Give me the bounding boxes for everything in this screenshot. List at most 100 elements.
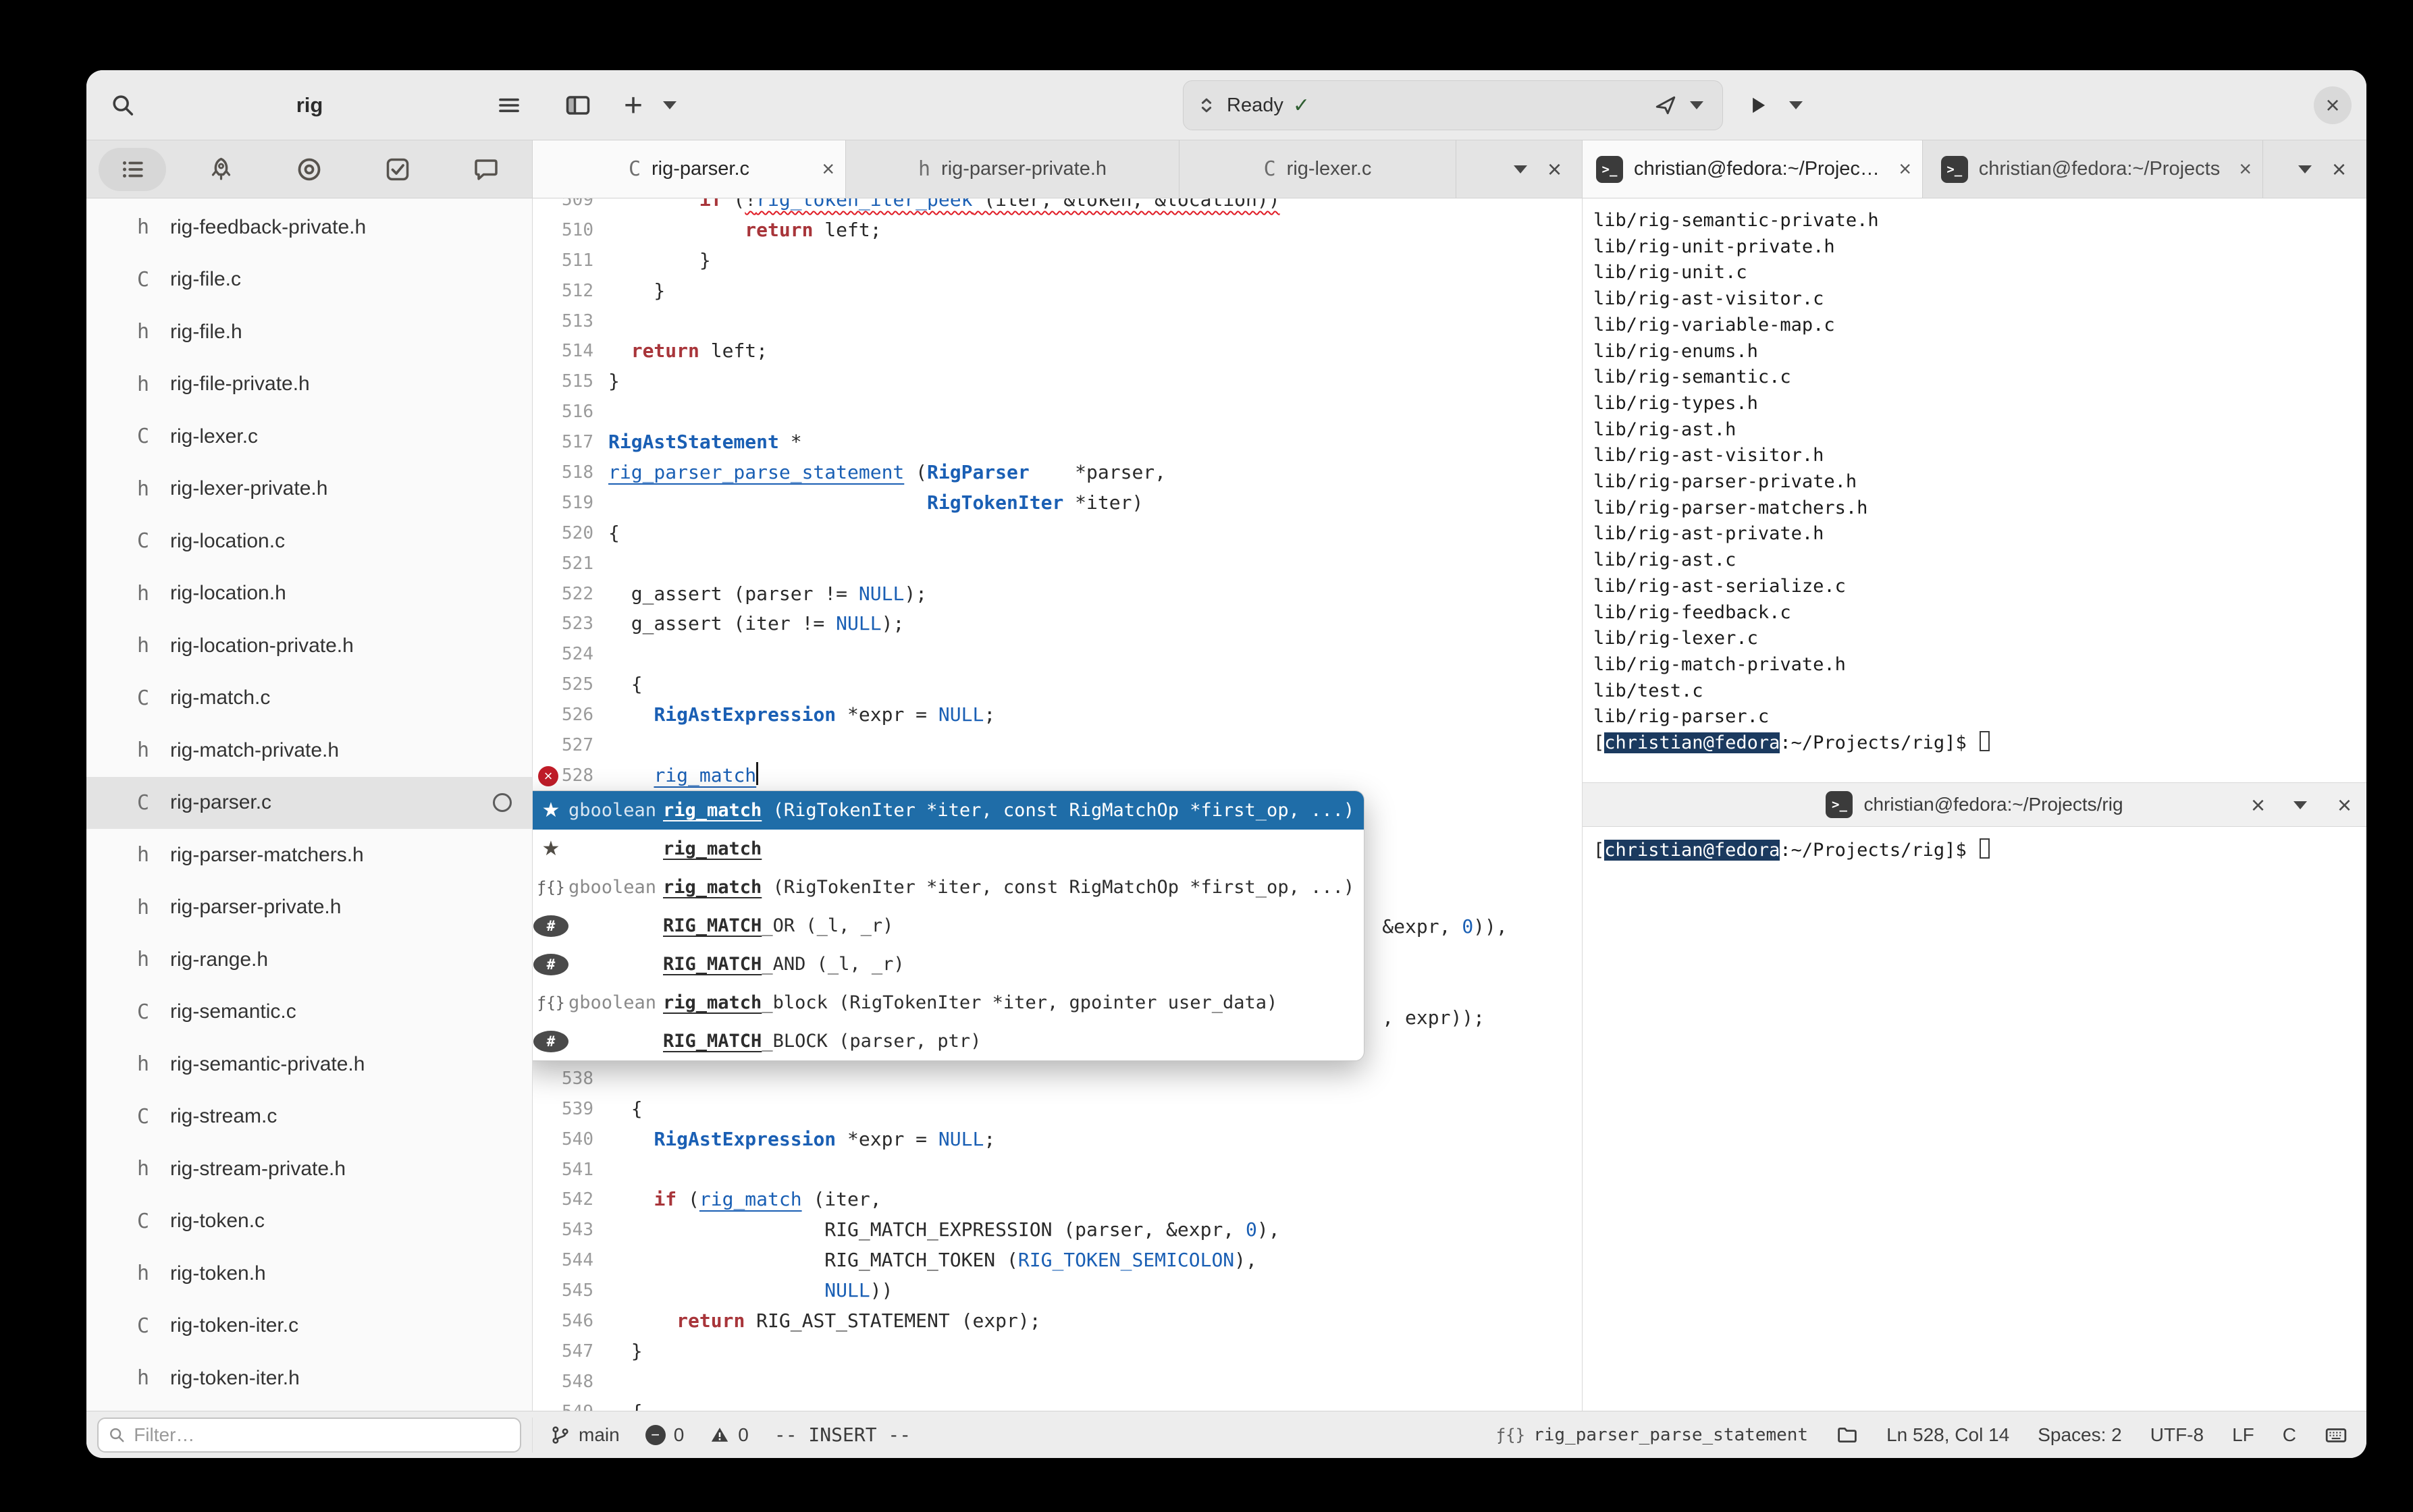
tab-close-button[interactable]: × (822, 157, 834, 182)
line-number-gutter[interactable]: 527 (533, 730, 608, 761)
file-list-item[interactable]: C rig-match.c (86, 672, 532, 725)
code-line[interactable]: 541 (533, 1155, 1582, 1185)
code-line[interactable]: 540 RigAstExpression *expr = NULL; (533, 1125, 1582, 1155)
terminal-pane-1[interactable]: lib/rig-semantic-private.h lib/rig-unit-p… (1583, 198, 2366, 783)
omnibar[interactable]: Ready ✓ (1183, 80, 1723, 130)
run-menu-button[interactable] (1782, 86, 1809, 124)
code-line[interactable]: 549 { (533, 1397, 1582, 1411)
editor-tab[interactable]: C rig-lexer.c (1179, 140, 1456, 198)
tab-close-button[interactable]: × (2251, 783, 2265, 827)
completion-item[interactable]: ƒ{} gboolean rig_match_block (RigTokenIt… (533, 983, 1364, 1022)
file-list-item[interactable]: h rig-token-iter.h (86, 1352, 532, 1405)
line-number-gutter[interactable]: 548 (533, 1367, 608, 1397)
code-line[interactable]: 510 return left; (533, 215, 1582, 246)
tab-close-button[interactable]: × (2239, 157, 2252, 182)
completion-item[interactable]: ★ gboolean rig_match (RigTokenIter *iter… (533, 791, 1364, 830)
completion-item[interactable]: ★ rig_match (533, 830, 1364, 868)
language-mode[interactable]: C (2283, 1424, 2296, 1446)
code-line[interactable]: 538 (533, 1064, 1582, 1094)
file-list-item[interactable]: h rig-location.h (86, 568, 532, 620)
line-number-gutter[interactable]: × 528 (533, 761, 608, 791)
warning-counter[interactable]: 0 (710, 1424, 749, 1446)
code-line[interactable]: 548 (533, 1367, 1582, 1397)
code-line[interactable]: 525 { (533, 670, 1582, 700)
line-number-gutter[interactable]: 526 (533, 700, 608, 730)
line-number-gutter[interactable]: 517 (533, 427, 608, 458)
code-line[interactable]: 521 (533, 549, 1582, 579)
line-number-gutter[interactable]: 541 (533, 1155, 608, 1185)
code-line[interactable]: 514 return left; (533, 336, 1582, 367)
filter-box[interactable] (97, 1417, 521, 1453)
line-number-gutter[interactable]: 549 (533, 1397, 608, 1411)
code-line[interactable]: 522 g_assert (parser != NULL); (533, 579, 1582, 610)
editor-tab[interactable]: C rig-parser.c × (533, 140, 846, 198)
file-list-item[interactable]: C rig-stream.c (86, 1091, 532, 1143)
line-number-gutter[interactable]: 509 (533, 198, 608, 215)
file-list-item[interactable]: C rig-token.c (86, 1195, 532, 1248)
code-line[interactable]: 516 (533, 397, 1582, 427)
line-number-gutter[interactable]: 515 (533, 367, 608, 397)
terminal-pane-2-tab-title[interactable]: christian@fedora:~/Projects/rig (1863, 794, 2123, 815)
line-number-gutter[interactable]: 514 (533, 336, 608, 367)
terminal-tab-list-button[interactable] (2293, 783, 2307, 827)
file-list-item[interactable]: C rig-semantic.c (86, 986, 532, 1039)
terminal-close-page-button[interactable]: × (2337, 783, 2352, 827)
completion-item[interactable]: ƒ{} gboolean rig_match (RigTokenIter *it… (533, 868, 1364, 907)
line-number-gutter[interactable]: 512 (533, 276, 608, 306)
file-list-item[interactable]: h rig-parser-private.h (86, 882, 532, 934)
file-list-item[interactable]: h rig-match-private.h (86, 724, 532, 777)
line-number-gutter[interactable]: 538 (533, 1064, 608, 1094)
current-symbol[interactable]: ƒ{} rig_parser_parse_statement (1496, 1425, 1808, 1445)
new-page-menu-button[interactable] (656, 86, 683, 124)
line-number-gutter[interactable]: 511 (533, 246, 608, 276)
line-number-gutter[interactable]: 520 (533, 518, 608, 549)
code-line[interactable]: 515 } (533, 367, 1582, 397)
file-list-item[interactable]: h rig-token.h (86, 1247, 532, 1300)
code-line[interactable]: 512 } (533, 276, 1582, 306)
filter-input[interactable] (134, 1424, 510, 1446)
file-list-item[interactable]: h rig-stream-private.h (86, 1143, 532, 1195)
code-line[interactable]: 527 (533, 730, 1582, 761)
code-line[interactable]: 509 if (!rig_token_iter_peek (iter, &tok… (533, 198, 1582, 215)
line-number-gutter[interactable]: 510 (533, 215, 608, 246)
code-line[interactable]: 520 { (533, 518, 1582, 549)
cursor-position[interactable]: Ln 528, Col 14 (1886, 1424, 2009, 1446)
encoding[interactable]: UTF-8 (2150, 1424, 2204, 1446)
search-button[interactable] (104, 86, 142, 124)
code-line[interactable]: 543 RIG_MATCH_EXPRESSION (parser, &expr,… (533, 1215, 1582, 1245)
code-line[interactable]: 524 (533, 639, 1582, 670)
line-number-gutter[interactable]: 525 (533, 670, 608, 700)
code-line[interactable]: 519 RigTokenIter *iter) (533, 488, 1582, 518)
completion-item[interactable]: # RIG_MATCH_OR (_l, _r) (533, 907, 1364, 945)
code-line[interactable]: 542 if (rig_match (iter, (533, 1185, 1582, 1215)
line-number-gutter[interactable]: 543 (533, 1215, 608, 1245)
file-list-item[interactable]: h rig-file-private.h (86, 358, 532, 411)
code-line[interactable]: 517 RigAstStatement * (533, 427, 1582, 458)
code-line[interactable]: 511 } (533, 246, 1582, 276)
code-line[interactable]: 547 } (533, 1336, 1582, 1367)
rail-tab-run[interactable] (187, 148, 255, 191)
rail-tab-todo[interactable] (364, 148, 431, 191)
line-number-gutter[interactable]: 521 (533, 549, 608, 579)
error-counter[interactable]: − 0 (645, 1424, 684, 1446)
completion-item[interactable]: # RIG_MATCH_BLOCK (parser, ptr) (533, 1022, 1364, 1060)
code-line[interactable]: 518 rig_parser_parse_statement (RigParse… (533, 458, 1582, 488)
line-number-gutter[interactable]: 518 (533, 458, 608, 488)
new-page-button[interactable]: + (614, 86, 652, 124)
line-number-gutter[interactable]: 544 (533, 1245, 608, 1276)
file-list-item[interactable]: C rig-file.c (86, 254, 532, 306)
editor-close-page-button[interactable]: × (1547, 157, 1562, 182)
terminal-pane-2[interactable]: [christian@fedora:~/Projects/rig]$ (1583, 827, 2366, 1411)
run-button[interactable] (1739, 86, 1777, 124)
editor-tab-list-button[interactable] (1513, 165, 1527, 173)
code-line[interactable]: 546 return RIG_AST_STATEMENT (expr); (533, 1306, 1582, 1336)
keyboard-button[interactable] (2325, 1424, 2348, 1447)
build-menu-button[interactable] (1683, 88, 1710, 123)
file-list-item[interactable]: h rig-feedback-private.h (86, 201, 532, 254)
rail-tab-comments[interactable] (452, 148, 520, 191)
rail-tab-diagnostics[interactable] (275, 148, 343, 191)
line-number-gutter[interactable]: 546 (533, 1306, 608, 1336)
line-number-gutter[interactable]: 545 (533, 1276, 608, 1306)
window-close-button[interactable]: × (2314, 86, 2352, 124)
line-number-gutter[interactable]: 540 (533, 1125, 608, 1155)
